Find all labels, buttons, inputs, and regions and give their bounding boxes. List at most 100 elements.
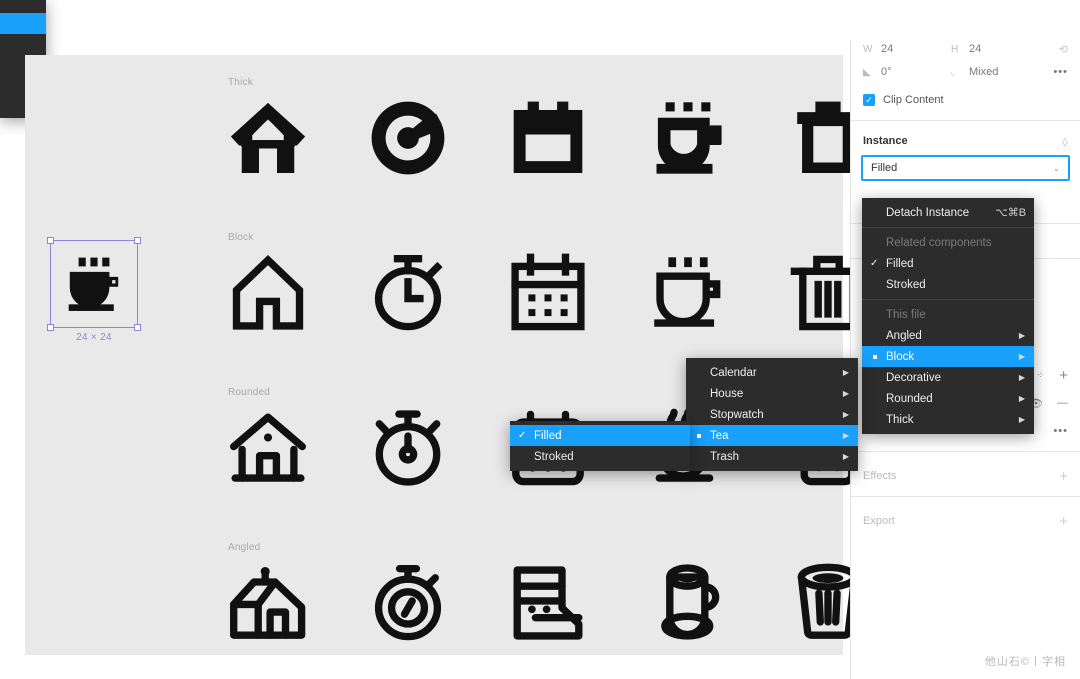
swap-instance-icon[interactable]: ⬨: [1062, 133, 1068, 150]
selection-dimension-label: 24 × 24: [76, 332, 112, 343]
add-effect-icon[interactable]: +: [1059, 469, 1068, 484]
selection-frame[interactable]: [47, 237, 141, 331]
menu-label: Stroked: [886, 278, 926, 291]
menu-item-house[interactable]: House ▶: [686, 383, 858, 404]
menu-shortcut: ⌥⌘B: [995, 207, 1027, 219]
resize-handle-bottom-left[interactable]: [47, 324, 54, 331]
menu-label: Filled: [886, 257, 914, 270]
menu-item-angled[interactable]: Angled ▶: [862, 325, 1034, 346]
menu-label: Stroked: [534, 450, 574, 463]
design-canvas[interactable]: Thick Block Rounded Angled: [25, 55, 866, 655]
width-value: 24: [881, 43, 894, 55]
chevron-right-icon: ▶: [842, 410, 849, 419]
icon-angled-house[interactable]: [220, 555, 316, 651]
bullet-icon: [873, 354, 877, 359]
menu-label: Trash: [710, 450, 739, 463]
menu-item-calendar[interactable]: Calendar ▶: [686, 362, 858, 383]
icon-rounded-stopwatch[interactable]: [360, 400, 456, 496]
menu-item-rounded[interactable]: Rounded ▶: [862, 388, 1034, 409]
chevron-right-icon: ▶: [1018, 415, 1025, 424]
menu-label: Angled: [886, 329, 922, 342]
divider: [851, 451, 1080, 452]
icon-angled-stopwatch[interactable]: [360, 555, 456, 651]
more-options-icon[interactable]: •••: [1053, 66, 1068, 78]
icon-block-house[interactable]: [220, 245, 316, 341]
icon-block-stopwatch[interactable]: [360, 245, 456, 341]
resize-handle-top-left[interactable]: [47, 237, 54, 244]
chevron-right-icon: ▶: [842, 389, 849, 398]
block-submenu[interactable]: Calendar ▶ House ▶ Stopwatch ▶ Tea ▶ Tra…: [686, 358, 858, 471]
chevron-right-icon: ▶: [842, 452, 849, 461]
chevron-right-icon: ▶: [1018, 352, 1025, 361]
check-icon: ✓: [518, 430, 527, 441]
stroke-settings-icon[interactable]: ⁘: [1037, 370, 1046, 381]
figma-window: Thick Block Rounded Angled 24 × 24 W 24 …: [0, 0, 1080, 679]
rotation-field[interactable]: ◣ 0°: [863, 66, 951, 78]
row-label-block: Block: [228, 232, 254, 243]
chevron-right-icon: ▶: [842, 368, 849, 377]
menu-item-trash[interactable]: Trash ▶: [686, 446, 858, 467]
instance-context-menu[interactable]: Detach Instance ⌥⌘B Related components ✓…: [862, 198, 1034, 434]
menu-item-stopwatch[interactable]: Stopwatch ▶: [686, 404, 858, 425]
icon-thick-calendar[interactable]: [500, 90, 596, 186]
width-field[interactable]: W 24: [863, 43, 951, 55]
icon-thick-tea[interactable]: [640, 90, 736, 186]
menu-header-related-components: Related components: [886, 236, 992, 249]
clip-content-label: Clip Content: [883, 94, 944, 106]
instance-select[interactable]: Filled ⌄: [861, 155, 1070, 181]
rotation-value: 0°: [881, 66, 892, 78]
menu-item-decorative[interactable]: Decorative ▶: [862, 367, 1034, 388]
resize-handle-top-right[interactable]: [134, 237, 141, 244]
effects-title: Effects: [863, 470, 897, 482]
icon-thick-stopwatch[interactable]: [360, 90, 456, 186]
icon-rounded-house[interactable]: [220, 400, 316, 496]
menu-header-this-file: This file: [886, 308, 926, 321]
resize-handle-bottom-right[interactable]: [134, 324, 141, 331]
menu-label: Rounded: [886, 392, 933, 405]
remove-stroke-icon[interactable]: —: [1057, 397, 1068, 409]
menu-item-filled[interactable]: ✓ Filled: [510, 425, 690, 446]
menu-item-tea[interactable]: Tea ▶: [686, 425, 858, 446]
icon-angled-tea[interactable]: [640, 555, 736, 651]
effects-section-header: Effects +: [851, 462, 1080, 490]
add-stroke-icon[interactable]: +: [1059, 368, 1068, 383]
menu-item-stroked[interactable]: Stroked: [510, 446, 690, 467]
menu-label: House: [710, 387, 744, 400]
constrain-proportions-icon[interactable]: ⟲: [1059, 43, 1068, 56]
menu-item-thick[interactable]: Thick ▶: [862, 409, 1034, 430]
clip-content-checkbox[interactable]: ✓: [863, 94, 875, 106]
icon-block-tea[interactable]: [640, 245, 736, 341]
menu-item-detach-instance[interactable]: Detach Instance ⌥⌘B: [862, 202, 1034, 223]
menu-label: Stopwatch: [710, 408, 764, 421]
menu-label: Thick: [886, 413, 914, 426]
icon-angled-calendar[interactable]: [500, 555, 596, 651]
corner-radius-field[interactable]: ◟ Mixed: [951, 66, 1039, 78]
width-icon: W: [863, 43, 873, 55]
angle-icon: ◣: [863, 66, 871, 78]
menu-item-filled[interactable]: ✓ Filled: [862, 253, 1034, 274]
height-field[interactable]: H 24: [951, 43, 1039, 55]
menu-label: Tea: [710, 429, 729, 442]
instance-value: Filled: [871, 162, 898, 174]
watermark: 他山石©丨字相: [984, 656, 1066, 668]
submenu-stub-highlight: [0, 13, 46, 34]
menu-label: Block: [886, 350, 915, 363]
menu-item-stroked[interactable]: Stroked: [862, 274, 1034, 295]
row-label-thick: Thick: [228, 77, 253, 88]
icon-thick-house[interactable]: [220, 90, 316, 186]
row-label-angled: Angled: [228, 542, 261, 553]
menu-divider: [862, 299, 1034, 300]
tea-submenu[interactable]: ✓ Filled Stroked: [510, 421, 690, 471]
icon-block-calendar[interactable]: [500, 245, 596, 341]
menu-item-block[interactable]: Block ▶: [862, 346, 1034, 367]
chevron-right-icon: ▶: [1018, 394, 1025, 403]
corner-radius-value: Mixed: [969, 66, 999, 78]
clip-content-row[interactable]: ✓ Clip Content: [851, 86, 1080, 114]
height-icon: H: [951, 43, 959, 55]
stroke-more-icon[interactable]: •••: [1053, 425, 1068, 437]
divider: [851, 120, 1080, 121]
instance-title: Instance: [863, 135, 908, 147]
chevron-right-icon: ▶: [1018, 373, 1025, 382]
add-export-icon[interactable]: +: [1059, 514, 1068, 529]
chevron-down-icon: ⌄: [1052, 162, 1060, 173]
